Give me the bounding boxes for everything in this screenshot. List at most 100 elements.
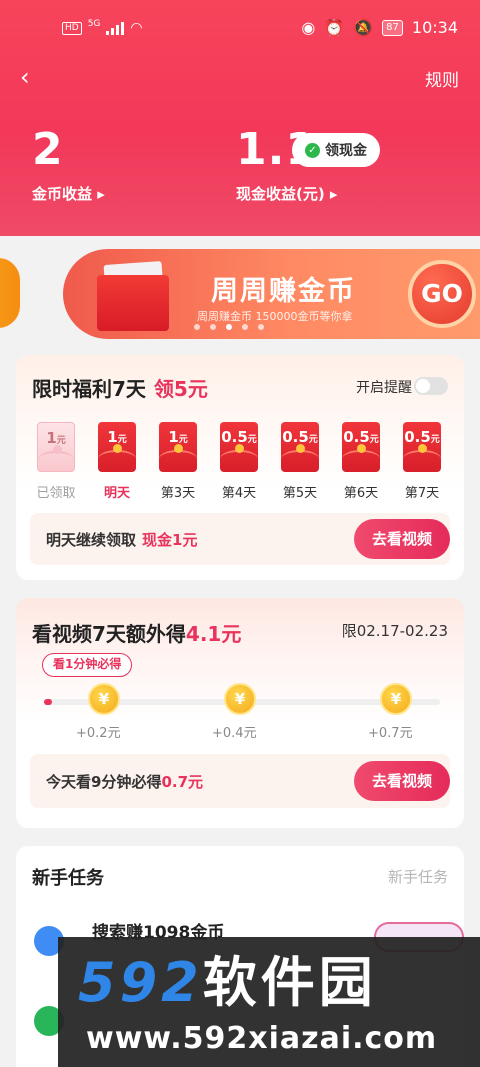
packet-coin-icon xyxy=(53,445,62,454)
chevron-left-icon: ‹ xyxy=(20,63,30,91)
packet-flap xyxy=(220,450,258,472)
red-packet-icon: 0.5元 xyxy=(281,422,319,472)
carousel-dot[interactable] xyxy=(226,324,232,330)
day-item[interactable]: 0.5元第7天 xyxy=(400,422,444,501)
welfare-bar-highlight: 现金1元 xyxy=(142,531,198,549)
cash-label: 现金收益(元) ▸ xyxy=(236,185,338,203)
milestone-label: +0.2元 xyxy=(76,726,121,741)
earnings-header: HD 5G ◠ ◉ ⏰ 🔕 87 10:34 ‹ 规则 2 金币收益 ▸ 1.1… xyxy=(0,0,480,236)
video-bar-label: 今天看9分钟必得 xyxy=(46,773,162,791)
gold-coin-icon: ¥ xyxy=(88,683,120,715)
gold-coin-icon: ¥ xyxy=(380,683,412,715)
day-label: 第4天 xyxy=(221,486,257,501)
video-title: 看视频7天额外得4.1元 xyxy=(32,618,241,647)
hd-badge: HD xyxy=(62,21,82,35)
packet-flap xyxy=(98,450,136,472)
packet-coin-icon xyxy=(174,444,183,453)
video-progress-fill xyxy=(44,699,52,705)
red-packet-icon: 0.5元 xyxy=(342,422,380,472)
carousel-dot[interactable] xyxy=(210,324,216,330)
packet-flap xyxy=(38,451,74,473)
packet-flap xyxy=(342,450,380,472)
rules-link[interactable]: 规则 xyxy=(425,66,459,91)
page: HD 5G ◠ ◉ ⏰ 🔕 87 10:34 ‹ 规则 2 金币收益 ▸ 1.1… xyxy=(0,0,480,1067)
remind-label: 开启提醒 xyxy=(356,380,412,396)
eye-icon: ◉ xyxy=(301,18,316,37)
day-item[interactable]: 0.5元第6天 xyxy=(339,422,383,501)
day-item[interactable]: 1元已领取 xyxy=(34,422,78,501)
gold-coin-icon: ¥ xyxy=(224,683,256,715)
packet-flap xyxy=(403,450,441,472)
welfare-watch-button[interactable]: 去看视频 xyxy=(354,519,450,559)
day-item[interactable]: 0.5元第5天 xyxy=(278,422,322,501)
day-label: 第6天 xyxy=(343,486,379,501)
packet-coin-icon xyxy=(235,444,244,453)
welfare-title: 限时福利7天 领5元 xyxy=(32,373,208,402)
welfare-title-text: 限时福利7天 xyxy=(32,377,146,401)
packet-coin-icon xyxy=(357,444,366,453)
milestone-label: +0.7元 xyxy=(368,726,413,741)
toggle-knob xyxy=(416,379,430,393)
mute-icon: 🔕 xyxy=(353,18,374,37)
day-item[interactable]: 0.5元第4天 xyxy=(217,422,261,501)
carousel-dot[interactable] xyxy=(258,324,264,330)
day-label: 第5天 xyxy=(282,486,318,501)
packet-coin-icon xyxy=(113,444,122,453)
video-watch-button[interactable]: 去看视频 xyxy=(354,761,450,801)
withdraw-button[interactable]: ✓ 领现金 xyxy=(292,133,380,167)
newbie-right-label: 新手任务 xyxy=(387,868,448,886)
packet-unit: 元 xyxy=(430,435,440,445)
red-packet-icon: 1元 xyxy=(159,422,197,472)
promo-banner[interactable]: 周周赚金币 周周赚金币 150000金币等你拿 GO xyxy=(63,249,480,339)
status-left: HD 5G ◠ xyxy=(62,19,143,36)
coin-earnings[interactable]: 2 金币收益 ▸ xyxy=(32,128,105,204)
coin-label: 金币收益 ▸ xyxy=(32,185,105,203)
back-button[interactable]: ‹ xyxy=(20,62,46,92)
video-card: 看视频7天额外得4.1元 限02.17-02.23 看1分钟必得 ¥ +0.2元 ¥… xyxy=(16,598,464,828)
packet-flap xyxy=(281,450,319,472)
milestone-label: +0.4元 xyxy=(212,726,257,741)
welfare-highlight: 领5元 xyxy=(153,377,208,401)
coin-value: 2 xyxy=(32,124,64,175)
packet-unit: 元 xyxy=(308,435,318,445)
carousel-dot[interactable] xyxy=(242,324,248,330)
side-carousel-edge[interactable] xyxy=(0,258,20,328)
day-label: 已领取 xyxy=(36,486,76,501)
day-label: 第3天 xyxy=(160,486,196,501)
watermark-brand-cn: 软件园 xyxy=(202,951,377,1014)
go-button[interactable]: GO xyxy=(408,260,476,328)
carousel-dots xyxy=(194,324,264,330)
day-label: 第7天 xyxy=(404,486,440,501)
packet-flap xyxy=(159,450,197,472)
alarm-icon: ⏰ xyxy=(324,18,345,37)
red-packet-icon: 1元 xyxy=(37,422,75,472)
video-highlight: 4.1元 xyxy=(185,622,242,646)
watermark: 592软件园 www.592xiazai.com xyxy=(58,937,480,1067)
newbie-title: 新手任务 xyxy=(32,868,104,889)
wechat-icon: ✓ xyxy=(305,142,320,158)
red-envelope-icon xyxy=(97,275,169,331)
welfare-bar-label: 明天继续领取 xyxy=(46,531,137,549)
video-title-text: 看视频7天额外得 xyxy=(32,622,186,646)
video-bar-highlight: 0.7元 xyxy=(161,773,204,791)
video-tip: 看1分钟必得 xyxy=(42,653,133,677)
red-packet-icon: 0.5元 xyxy=(403,422,441,472)
packet-unit: 元 xyxy=(247,435,257,445)
red-packet-icon: 0.5元 xyxy=(220,422,258,472)
welfare-bar-text: 明天继续领取 现金1元 xyxy=(46,529,197,550)
welfare-bar: 明天继续领取 现金1元 去看视频 xyxy=(30,513,450,565)
carousel-dot[interactable] xyxy=(194,324,200,330)
remind-toggle[interactable] xyxy=(414,377,448,395)
red-packet-icon: 1元 xyxy=(98,422,136,472)
withdraw-label: 领现金 xyxy=(325,143,367,159)
day-item[interactable]: 1元 明天 xyxy=(95,422,139,501)
watermark-url: www.592xiazai.com xyxy=(86,1021,438,1056)
day-item[interactable]: 1元第3天 xyxy=(156,422,200,501)
banner-title: 周周赚金币 xyxy=(211,276,356,307)
status-bar: HD 5G ◠ ◉ ⏰ 🔕 87 10:34 xyxy=(0,0,480,56)
status-right: ◉ ⏰ 🔕 87 10:34 xyxy=(301,18,458,37)
clock: 10:34 xyxy=(411,18,458,37)
welfare-card: 限时福利7天 领5元 开启提醒 1元 已领取 1元 明天 1元 第3天 0.5元 第4天 0.5元… xyxy=(16,355,464,580)
packet-coin-icon xyxy=(296,444,305,453)
video-bar: 今天看9分钟必得0.7元 去看视频 xyxy=(30,754,450,808)
